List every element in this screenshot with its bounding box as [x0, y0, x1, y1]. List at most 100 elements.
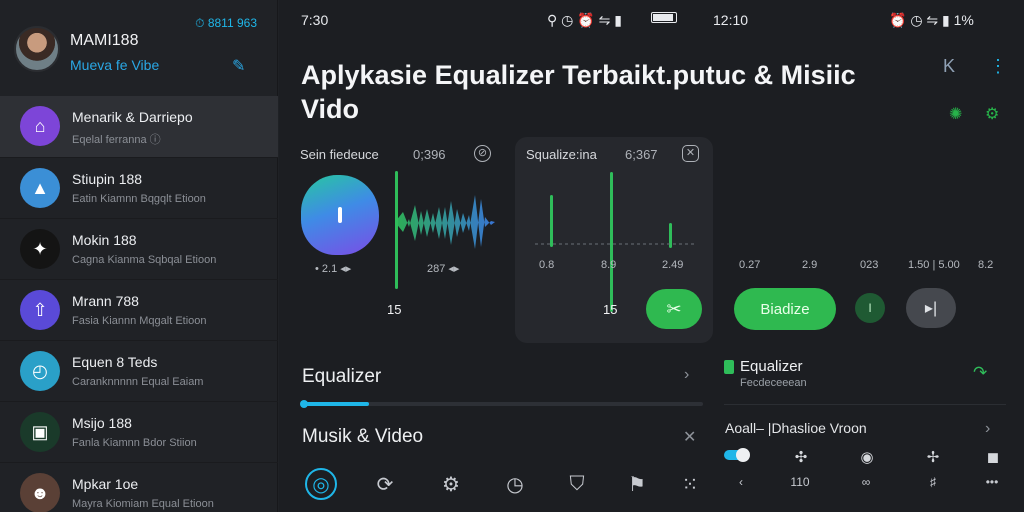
right-panel-title[interactable]: Equalizer	[740, 358, 803, 375]
battery-icon	[651, 12, 677, 23]
waveform-large	[734, 177, 1000, 247]
tick-label: 8.9	[601, 259, 617, 271]
list-item-title: Mokin 188	[72, 232, 137, 248]
bookmark-icon[interactable]: ◼	[982, 448, 1004, 466]
list-item[interactable]: ✦ Mokin 188 Cagna Kianma Sqbqal Etioon	[0, 218, 278, 279]
main-panel: 7:30 ⚲ ◷ ⏰ ⇋ ▮ 12:10 ⏰ ◷ ⇋ ▮ 1% Aplykasi…	[279, 0, 1024, 512]
count-label: 15	[603, 302, 618, 317]
list-item[interactable]: ▣ Msijo 188 Fanla Kiamnn Bdor Stiion	[0, 401, 278, 462]
list-item-subtitle: Cagna Kianma Sqbqal Etioon	[72, 254, 217, 266]
nav-label[interactable]: 110	[787, 475, 813, 489]
frame-icon: ▣	[20, 412, 60, 452]
back-label[interactable]: ‹	[728, 475, 754, 489]
nav-home-icon[interactable]: ◎	[305, 468, 337, 500]
status-icons-right: ⏰ ◷ ⇋ ▮ 1%	[889, 12, 974, 29]
list-item[interactable]: ☻ Mpkar 1oe Mayra Kiomiam Equal Etioon	[0, 462, 278, 512]
tick-label: 8.2	[978, 259, 994, 271]
close-icon[interactable]: ⊘	[474, 145, 491, 162]
flame-icon: ✦	[20, 229, 60, 269]
eq-bar[interactable]	[610, 172, 613, 312]
eq-bar[interactable]	[550, 195, 553, 247]
target-icon[interactable]: ◉	[856, 448, 878, 466]
pencil-icon[interactable]: ✎	[232, 56, 250, 75]
play-button[interactable]: ▸|	[906, 288, 956, 328]
close-icon[interactable]: ✕	[683, 427, 696, 447]
audio-card-1: Sein fiedeuce 0;396 ⊘ • 2.1 ◂▸ 287 ◂▸ 15	[279, 137, 505, 343]
hub-icon[interactable]: ✣	[790, 448, 812, 466]
waveform	[395, 195, 495, 249]
more-label[interactable]: •••	[979, 475, 1005, 489]
link-label[interactable]: ∞	[853, 475, 879, 489]
list-item[interactable]: ⌂ Menarik & Darriepo Eqelal ferranna ⓘ	[0, 96, 278, 157]
tick-label: 1.50 | 5.00	[908, 259, 960, 271]
status-icons-right-text: ⏰ ◷ ⇋ ▮ 1%	[889, 12, 974, 28]
progress-bar[interactable]	[301, 402, 703, 406]
nav-bookmark-icon[interactable]: ⛉	[561, 468, 593, 500]
audio-card-3: 0.27 2.9 023 1.50 | 5.00 8.2 Biadize I ▸…	[722, 137, 1006, 343]
chevron-right-icon[interactable]: ›	[985, 420, 990, 438]
scissors-button[interactable]: ✂	[646, 289, 702, 329]
gear-icon[interactable]: ⚙	[985, 104, 999, 124]
list-item-title: Mrann 788	[72, 293, 139, 309]
progress-knob[interactable]	[300, 400, 308, 408]
list-item-subtitle: Eqelal ferranna ⓘ	[72, 134, 161, 146]
list-item[interactable]: ◴ Equen 8 Teds Caranknnnnn Equal Eaiam	[0, 340, 278, 401]
biadize-button[interactable]: Biadize	[734, 288, 836, 330]
card-label: Squalize:ina	[526, 147, 597, 162]
nav-compass-icon[interactable]: ◷	[499, 468, 531, 500]
card-label: Sein fiedeuce	[300, 147, 379, 162]
clock: 7:30	[301, 12, 329, 28]
nav-tag-icon[interactable]: ⚑	[621, 468, 653, 500]
status-bar-left: 7:30	[301, 12, 328, 28]
nav-settings-icon[interactable]: ⚙	[435, 468, 467, 500]
list-item-title: Equen 8 Teds	[72, 354, 158, 370]
list-item-subtitle: Eatin Kiamnn Bqgqlt Etioon	[72, 193, 206, 205]
sidebar: ⏱ 8811 963 MAMI188 Mueva fe Vibe ✎ ⌂ Mena…	[0, 0, 278, 512]
redo-icon[interactable]: ↷	[973, 363, 987, 383]
house-icon: ⌂	[20, 106, 60, 146]
page-title: Aplykasie Equalizer Terbaikt.putuc & Mis…	[301, 60, 856, 124]
card-value: 0;396	[413, 147, 446, 162]
nav-refresh-icon[interactable]: ⟳	[369, 468, 401, 500]
audio-video-row[interactable]: Aoall– |Dhaslioe Vroon	[725, 420, 867, 436]
avatar[interactable]	[14, 26, 60, 72]
tick-label: • 2.1 ◂▸	[315, 263, 352, 275]
list-item-subtitle: Fanla Kiamnn Bdor Stiion	[72, 437, 197, 449]
landscape-icon: ▲	[20, 168, 60, 208]
pause-icon	[338, 207, 342, 223]
baseline	[535, 243, 695, 245]
equalizer-row[interactable]: Equalizer	[302, 366, 381, 388]
tick-label: 0.8	[539, 259, 555, 271]
hash-label[interactable]: ♯	[920, 475, 946, 489]
list-item-title: Msijo 188	[72, 415, 132, 431]
close-icon[interactable]: ✕	[682, 145, 699, 162]
timer-icon: ◴	[20, 351, 60, 391]
audio-blob[interactable]	[301, 175, 379, 255]
list-item[interactable]: ⇧ Mrann 788 Fasia Kiannn Mqgalt Etioon	[0, 279, 278, 340]
chat-list: ⌂ Menarik & Darriepo Eqelal ferranna ⓘ ▲ Sti…	[0, 96, 278, 512]
right-panel-subtitle: Fecdeceeean	[740, 377, 807, 389]
status-icons: ⚲ ◷ ⏰ ⇋ ▮	[547, 12, 622, 28]
list-item-title: Mpkar 1oe	[72, 476, 139, 492]
equalizer-badge-icon	[724, 360, 734, 374]
back-icon[interactable]: K	[943, 56, 955, 77]
musik-video-row[interactable]: Musik & Video	[302, 426, 423, 448]
tick-label: 287 ◂▸	[427, 263, 460, 275]
sparkle-icon[interactable]: ✺	[949, 104, 962, 124]
more-menu-icon[interactable]: ⋮	[989, 56, 1007, 77]
list-item[interactable]: ▲ Stiupin 188 Eatin Kiamnn Bqgqlt Etioon	[0, 157, 278, 218]
tick-label: 0.27	[739, 259, 761, 271]
toggle-switch[interactable]	[724, 448, 750, 462]
profile-header[interactable]: MAMI188 Mueva fe Vibe ✎	[14, 26, 264, 86]
profile-subtitle[interactable]: Mueva fe Vibe	[70, 57, 159, 73]
nav-grid-icon[interactable]: ⁙	[674, 468, 706, 500]
list-item-title: Menarik & Darriepo	[72, 109, 193, 125]
playhead[interactable]	[395, 171, 398, 289]
person-avatar: ☻	[20, 473, 60, 512]
plus-icon[interactable]: ✢	[922, 448, 944, 466]
tick-label: 023	[860, 259, 879, 271]
toggle-dot-button[interactable]: I	[855, 293, 885, 323]
app-window: ⏱ 8811 963 MAMI188 Mueva fe Vibe ✎ ⌂ Mena…	[0, 0, 1024, 512]
audio-card-2: Squalize:ina 6;367 ✕ 0.8 8.9 2.49 15 ✂	[515, 137, 713, 343]
chevron-right-icon[interactable]: ›	[684, 366, 689, 384]
